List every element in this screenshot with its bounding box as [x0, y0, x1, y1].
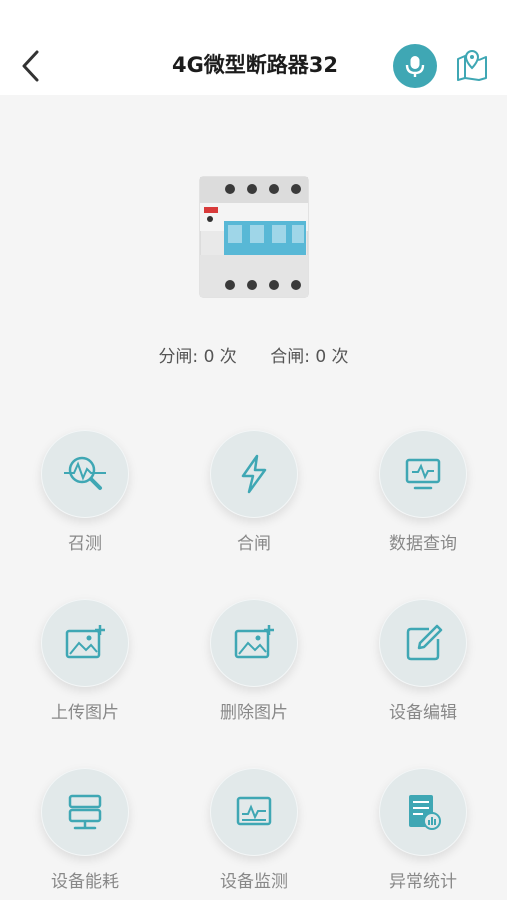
action-recall-test[interactable]: 召测	[20, 430, 150, 570]
action-circle	[41, 599, 129, 687]
voice-button[interactable]	[393, 44, 437, 88]
monitor-pulse-icon	[405, 458, 441, 490]
monitor-chart-icon	[236, 796, 272, 826]
action-circle	[41, 768, 129, 856]
chevron-left-icon	[22, 50, 39, 82]
action-label: 删除图片	[220, 703, 288, 723]
lightning-icon	[241, 454, 267, 494]
action-data-query[interactable]: 数据查询	[358, 430, 488, 570]
page-title: 4G微型断路器32	[171, 53, 339, 77]
action-circle	[379, 599, 467, 687]
action-circle	[41, 430, 129, 518]
server-icon	[68, 794, 102, 830]
action-delete-image[interactable]: 删除图片	[189, 599, 319, 739]
map-pin-icon	[457, 49, 487, 81]
switch-counts: 分闸: 0 次 合闸: 0 次	[0, 343, 507, 371]
action-energy[interactable]: 设备能耗	[20, 768, 150, 900]
action-monitoring[interactable]: 设备监测	[189, 768, 319, 900]
report-icon	[409, 795, 441, 830]
action-upload-image[interactable]: 上传图片	[20, 599, 150, 739]
action-label: 设备能耗	[51, 872, 119, 892]
action-circle	[210, 430, 298, 518]
close-count: 合闸: 0 次	[270, 347, 349, 367]
action-circle	[379, 768, 467, 856]
action-circle	[210, 768, 298, 856]
action-label: 设备编辑	[389, 703, 457, 723]
action-exception-stats[interactable]: 异常统计	[358, 768, 488, 900]
action-label: 合闸	[237, 534, 271, 554]
search-pulse-icon	[64, 456, 106, 490]
action-label: 数据查询	[389, 534, 457, 554]
header-bar: 4G微型断路器32	[0, 0, 507, 95]
action-label: 召测	[68, 534, 102, 554]
microphone-icon	[405, 56, 425, 77]
action-label: 设备监测	[220, 872, 288, 892]
open-count: 分闸: 0 次	[158, 347, 237, 367]
circuit-breaker-image	[199, 176, 309, 298]
action-circle	[210, 599, 298, 687]
action-circle	[379, 430, 467, 518]
image-add-icon	[65, 625, 105, 659]
action-close-switch[interactable]: 合闸	[189, 430, 319, 570]
action-label: 异常统计	[389, 872, 457, 892]
back-button[interactable]	[14, 46, 46, 86]
action-label: 上传图片	[51, 703, 119, 723]
edit-icon	[406, 624, 443, 661]
action-edit-device[interactable]: 设备编辑	[358, 599, 488, 739]
image-add-icon	[234, 625, 274, 659]
map-location-button[interactable]	[454, 46, 490, 82]
